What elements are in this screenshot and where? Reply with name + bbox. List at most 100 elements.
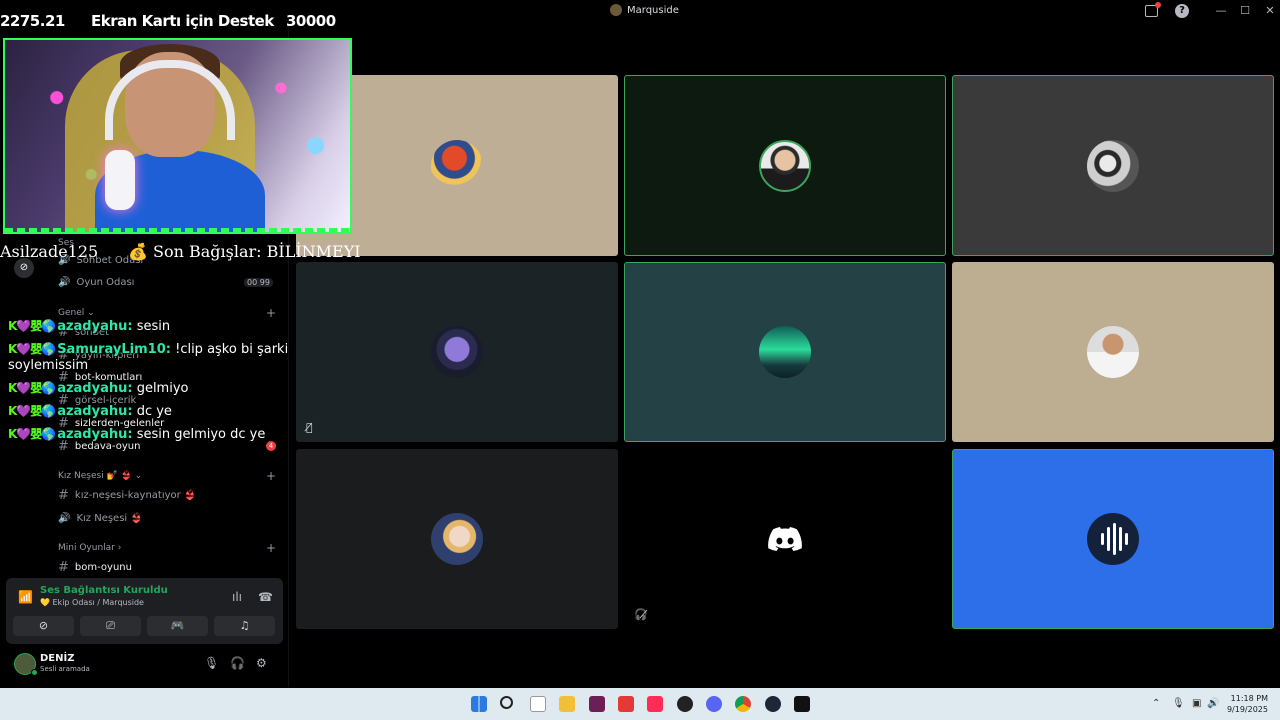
app-icon-1[interactable]	[589, 696, 605, 712]
channel-label: Kız Neşesi 👙	[76, 512, 143, 524]
camera-off-button[interactable]: ⊘	[13, 616, 74, 636]
category-mini[interactable]: Mini Oyunlar ›	[58, 543, 121, 557]
user-panel: DENİZ Sesli aramada 🎙 🎧 ⚙	[6, 648, 283, 684]
tray-chevron-icon[interactable]: ⌃	[1152, 698, 1160, 709]
category-kiz[interactable]: Kız Neşesi 💅 👙 ⌄	[58, 471, 142, 485]
video-tile-9[interactable]	[952, 449, 1274, 629]
soundboard-button[interactable]: ♫	[214, 616, 275, 636]
screen-share-button[interactable]: ⎚	[80, 616, 141, 636]
minimize-icon[interactable]: —	[1213, 3, 1229, 19]
chat-message: K💜嬰🌎 SamurayLim10: !clip aşko bi şarki	[8, 340, 288, 357]
video-tile-6[interactable]	[952, 262, 1274, 442]
voice-wave-avatar-icon	[1087, 513, 1139, 565]
help-icon[interactable]: ?	[1175, 4, 1189, 18]
add-channel-icon[interactable]: +	[266, 469, 276, 483]
terminal-icon[interactable]	[794, 696, 810, 712]
video-tile-3[interactable]	[952, 75, 1274, 256]
channel-label: kız-neşesi-kaynatıyor 👙	[74, 489, 197, 501]
chrome-icon[interactable]	[735, 696, 751, 712]
online-status-icon	[31, 669, 38, 676]
add-channel-icon[interactable]: +	[266, 541, 276, 555]
anime-girl-avatar-icon	[431, 513, 483, 565]
chat-message: K💜嬰🌎 azadyahu: sesin	[8, 317, 170, 334]
video-tile-4[interactable]: 🎙̸	[296, 262, 618, 442]
woodpecker-avatar-icon	[431, 139, 483, 192]
file-icon[interactable]	[530, 696, 546, 712]
search-icon[interactable]	[500, 696, 513, 709]
inbox-icon[interactable]	[1145, 2, 1161, 17]
chat-badges: K💜嬰🌎	[8, 381, 56, 395]
donation-goal: 30000	[286, 12, 336, 30]
discord-taskbar-icon[interactable]	[706, 696, 722, 712]
inbox-badge	[1155, 2, 1161, 8]
discord-logo-icon	[768, 527, 802, 551]
username[interactable]: DENİZ	[40, 653, 74, 664]
money-bag-icon: 💰	[128, 242, 148, 261]
suit-man-avatar-icon	[759, 139, 811, 192]
voice-channel-kiz[interactable]: 🔊 Kız Neşesi 👙	[58, 510, 143, 526]
count-current: 00	[247, 278, 258, 287]
gear-icon[interactable]: ⚙	[256, 656, 267, 670]
add-channel-icon[interactable]: +	[266, 306, 276, 320]
chat-badges: K💜嬰🌎	[8, 342, 56, 356]
category-label: Mini Oyunlar	[58, 543, 115, 553]
mic-icon[interactable]: 🎙	[204, 656, 219, 670]
mention-badge: 4	[266, 441, 276, 451]
donation-title: Ekran Kartı için Destek	[91, 12, 274, 30]
noise-suppression-icon[interactable]: ılı	[232, 590, 242, 604]
video-tile-7[interactable]	[296, 449, 618, 629]
count-limit: 99	[259, 278, 270, 287]
voice-status[interactable]: Ses Bağlantısı Kuruldu	[40, 585, 168, 596]
folder-icon[interactable]	[559, 696, 575, 712]
chat-text: !clip aşko bi şarki	[170, 342, 289, 357]
clock-date: 9/19/2025	[1226, 705, 1268, 714]
volume-icon[interactable]: 🔊	[1207, 698, 1219, 709]
webcam-feed	[3, 38, 352, 234]
voice-room[interactable]: 💛 Ekip Odası / Marquside	[40, 598, 144, 607]
display-tray-icon[interactable]: ▣	[1192, 698, 1201, 709]
activity-button[interactable]: 🎮	[147, 616, 208, 636]
user-status: Sesli aramada	[40, 665, 90, 673]
chat-message: K💜嬰🌎 azadyahu: dc ye	[8, 402, 172, 419]
chat-username: azadyahu:	[57, 404, 133, 419]
clock[interactable]: 11:18 PM 9/19/2025	[1224, 693, 1268, 715]
video-tile-2[interactable]	[624, 75, 946, 256]
disconnect-icon[interactable]: ☎	[258, 590, 273, 604]
aurora-avatar-icon	[759, 326, 811, 378]
joker-avatar-icon	[1087, 139, 1139, 192]
channel-label: bedava-oyun	[74, 440, 141, 452]
chat-text: sesin gelmiyo dc ye	[132, 427, 266, 442]
tiktok-icon[interactable]	[647, 696, 663, 712]
microphone-icon	[105, 150, 135, 210]
chat-badges: K💜嬰🌎	[8, 319, 56, 333]
app-icon-2[interactable]	[618, 696, 634, 712]
chat-text: sesin	[132, 319, 171, 334]
text-channel-bom[interactable]: # bom-oyunu	[58, 559, 132, 575]
maximize-icon[interactable]: ☐	[1237, 3, 1253, 19]
screen: Marquside ? — ☐ ✕ 🎙̸ 🎧̸ ⊘ Ses 🔊 Sohbet O…	[0, 0, 1280, 720]
taskbar: ⌃ 🎙 ▣ 🔊 11:18 PM 9/19/2025	[0, 688, 1280, 720]
video-tile-5[interactable]	[624, 262, 946, 442]
headphones-icon[interactable]: 🎧	[230, 656, 245, 670]
webcam-frame-accent	[5, 228, 350, 232]
chat-message: K💜嬰🌎 azadyahu: sesin gelmiyo dc ye	[8, 425, 265, 442]
windows-start-icon[interactable]	[471, 696, 487, 712]
chat-username: azadyahu:	[57, 427, 133, 442]
category-label: Kız Neşesi 💅 👙	[58, 471, 132, 481]
muted-mic-icon: 🎙̸	[306, 421, 313, 434]
signal-icon[interactable]: 📶	[18, 590, 33, 604]
text-channel-kiz[interactable]: # kız-neşesi-kaynatıyor 👙	[58, 487, 196, 503]
chat-username: azadyahu:	[57, 381, 133, 396]
speaker-icon: 🔊	[58, 512, 71, 524]
deafened-icon: 🎧̸	[634, 608, 648, 621]
close-icon[interactable]: ✕	[1262, 3, 1278, 19]
channel-label: bom-oyunu	[74, 561, 132, 573]
mic-tray-icon[interactable]: 🎙	[1172, 698, 1185, 709]
clock-time: 11:18 PM	[1230, 694, 1268, 703]
voice-connection-panel: 📶 Ses Bağlantısı Kuruldu 💛 Ekip Odası / …	[6, 578, 283, 644]
app-icon-3[interactable]	[677, 696, 693, 712]
man-photo-avatar-icon	[1087, 326, 1139, 378]
video-tile-8[interactable]: 🎧̸	[624, 449, 946, 629]
steam-icon[interactable]	[765, 696, 781, 712]
voice-channel-oyun[interactable]: 🔊 Oyun Odası	[58, 274, 134, 290]
